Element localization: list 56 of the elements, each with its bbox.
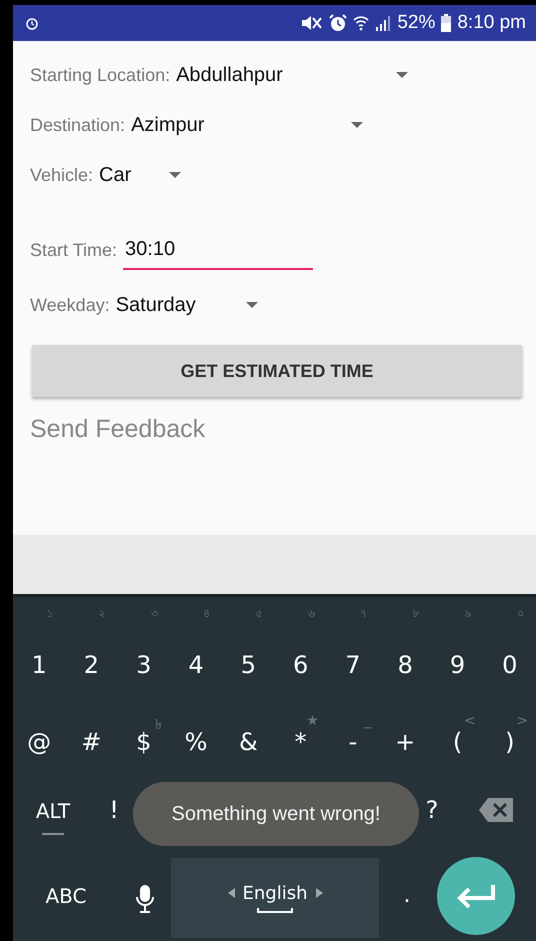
dropdown-arrow-icon <box>351 122 364 128</box>
keyboard-key[interactable]: . <box>379 883 435 908</box>
right-arrow-icon <box>316 888 322 898</box>
microphone-icon[interactable] <box>136 884 154 912</box>
left-arrow-icon <box>228 888 234 898</box>
keyboard-key[interactable]: ৩ 3 <box>118 597 170 697</box>
keyboard-key[interactable]: ★ * <box>274 697 327 770</box>
keyboard-key[interactable]: ৪ 4 <box>170 597 222 697</box>
keyboard-key[interactable]: ২ 2 <box>65 597 118 697</box>
enter-arrow-icon <box>456 882 496 908</box>
keyboard-key[interactable]: + <box>379 697 432 770</box>
dropdown[interactable]: Abdullahpur <box>176 64 416 86</box>
keyboard-key[interactable]: & <box>222 697 274 770</box>
time-input-field[interactable]: 30:10 <box>123 230 314 270</box>
dropdown-arrow-icon <box>169 172 182 178</box>
dropdown-arrow-icon <box>396 72 408 78</box>
keyboard-key[interactable]: ৬ 6 <box>274 597 327 697</box>
dropdown[interactable]: Azimpur <box>131 114 372 136</box>
space-icon <box>257 908 293 912</box>
wifi-icon <box>353 15 370 31</box>
alarm-icon <box>25 16 39 30</box>
alt-key[interactable]: ALT <box>13 785 93 835</box>
signal-icon <box>375 15 392 31</box>
abc-key[interactable]: ABC <box>13 884 119 908</box>
keyboard-key[interactable]: _ - <box>326 697 380 770</box>
keyboard-key[interactable]: < ( <box>431 697 484 770</box>
space-bar[interactable]: English <box>171 858 379 938</box>
error-toast: Something went wrong! <box>133 782 419 846</box>
mute-icon <box>301 15 324 31</box>
field-label: Destination: <box>30 114 126 136</box>
backspace-icon[interactable] <box>479 798 513 822</box>
battery-percentage: 52% <box>397 12 436 34</box>
keyboard-key[interactable]: ১ 1 <box>13 597 66 697</box>
field-label: Start Time: <box>30 240 118 260</box>
alarm-clock-icon <box>329 14 348 32</box>
dropdown[interactable]: Saturday <box>116 294 266 316</box>
keyboard-key[interactable]: ০ 0 <box>484 597 536 697</box>
keyboard-key[interactable]: ৳ $ <box>118 697 170 770</box>
dropdown[interactable]: Car <box>99 164 190 186</box>
keyboard-key[interactable]: ৯ 9 <box>431 597 484 697</box>
dropdown-arrow-icon <box>246 302 258 308</box>
keyboard-key[interactable]: @ <box>13 697 66 770</box>
battery-icon <box>441 14 452 32</box>
keyboard-key[interactable]: % <box>170 697 222 770</box>
keyboard-key[interactable]: ! <box>107 796 121 824</box>
keyboard-key[interactable]: ৭ 7 <box>326 597 380 697</box>
keyboard-key[interactable]: ৮ 8 <box>379 597 432 697</box>
clock-time: 8:10 pm <box>457 12 526 34</box>
get-estimated-time-button[interactable]: GET ESTIMATED TIME <box>32 345 522 397</box>
keyboard-key[interactable]: > ) <box>484 697 536 770</box>
field-label: Weekday: <box>30 294 110 316</box>
field-label: Starting Location: <box>30 64 170 86</box>
keyboard-key[interactable]: ? <box>424 796 440 824</box>
keyboard-key[interactable]: ৫ 5 <box>222 597 274 697</box>
field-label: Vehicle: <box>30 164 94 186</box>
keyboard-key[interactable]: # <box>65 697 118 770</box>
